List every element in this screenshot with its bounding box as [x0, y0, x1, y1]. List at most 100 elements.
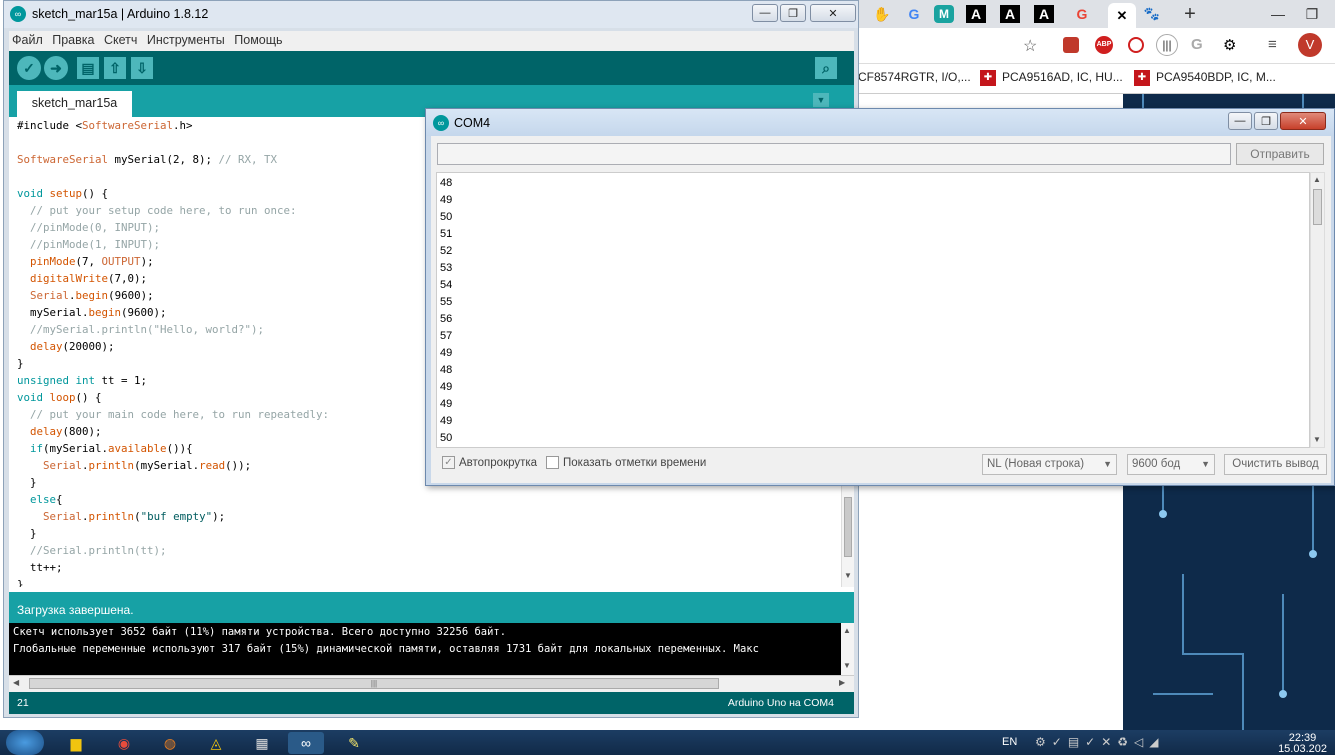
- explorer-icon[interactable]: ▆: [58, 732, 94, 754]
- code-line: else{: [30, 493, 63, 506]
- bookmark-label: CF8574RGTR, I/O,...: [858, 70, 971, 84]
- tray-icons[interactable]: ⚙✓▤✓✕♻◁◢: [1035, 735, 1164, 749]
- block-icon[interactable]: [1128, 37, 1144, 53]
- hand-icon[interactable]: ✋: [868, 3, 896, 25]
- scroll-down-icon[interactable]: ▼: [844, 571, 852, 580]
- board-info: Arduino Uno на COM4: [727, 697, 834, 709]
- chrome-tab-strip: ✋ G M A A A G ✕ 🐾 + — ❐: [858, 0, 1335, 28]
- start-button[interactable]: [6, 730, 44, 755]
- line-ending-select[interactable]: NL (Новая строка) ▼: [982, 454, 1117, 475]
- close-button[interactable]: ✕: [1280, 112, 1326, 130]
- google-translate-icon[interactable]: G: [1191, 36, 1203, 53]
- arduino-taskbar-icon[interactable]: ∞: [288, 732, 324, 754]
- scroll-thumb[interactable]: [844, 497, 852, 557]
- chrome-tab-google-2[interactable]: G: [1068, 3, 1096, 25]
- bookmark-item[interactable]: CF8574RGTR, I/O,...: [858, 70, 971, 84]
- send-button[interactable]: Отправить: [1236, 143, 1324, 165]
- output-line: 49: [440, 398, 453, 410]
- minimize-button[interactable]: —: [752, 4, 778, 22]
- output-line: 52: [440, 245, 453, 257]
- scroll-thumb[interactable]: [1313, 189, 1322, 225]
- output-line: 51: [440, 228, 453, 240]
- bookmarks-bar: CF8574RGTR, I/O,... ✚ PCA9516AD, IC, HU..…: [858, 64, 1335, 94]
- timestamps-checkbox[interactable]: Показать отметки времени: [546, 456, 706, 469]
- close-tab-icon[interactable]: ✕: [1108, 3, 1136, 28]
- scroll-down-icon[interactable]: ▼: [1313, 435, 1321, 444]
- minimize-button[interactable]: —: [1228, 112, 1252, 130]
- clock[interactable]: 22:39 15.03.202: [1278, 733, 1327, 755]
- check-icon: ✓: [442, 456, 455, 469]
- autoscroll-checkbox[interactable]: ✓ Автопрокрутка: [442, 456, 537, 469]
- monitor-body: Отправить 48 49 50 51 52 53 54 55 56 57 49 48 49 49 49…: [431, 136, 1331, 483]
- code-line: tt++;: [17, 561, 63, 574]
- scroll-down-icon[interactable]: ▼: [843, 661, 851, 670]
- tab-sketch[interactable]: sketch_mar15a: [17, 91, 132, 117]
- upload-icon[interactable]: ➜: [44, 56, 68, 80]
- clear-output-button[interactable]: Очистить вывод: [1224, 454, 1327, 475]
- new-sketch-icon[interactable]: ▤: [77, 57, 99, 79]
- code-line: }: [17, 578, 24, 587]
- horizontal-scrollbar[interactable]: ◀ ||| ▶: [9, 675, 854, 692]
- console-output: Скетч использует 3652 байт (11%) памяти …: [9, 623, 841, 675]
- open-sketch-icon[interactable]: ⇧: [104, 57, 126, 79]
- output-line: 48: [440, 177, 453, 189]
- chrome-tab-a-1[interactable]: A: [966, 5, 986, 23]
- scroll-left-icon[interactable]: ◀: [13, 678, 19, 687]
- chrome-toolbar: ☆ ABP ||| G ⚙ ≡ V: [858, 28, 1335, 64]
- extension-bars-icon[interactable]: |||: [1156, 34, 1178, 56]
- calculator-icon[interactable]: ▦: [244, 732, 280, 754]
- maximize-icon[interactable]: ❐: [1298, 3, 1326, 25]
- code-line: }: [17, 527, 37, 540]
- scroll-thumb[interactable]: |||: [29, 678, 719, 689]
- avatar[interactable]: V: [1298, 33, 1322, 57]
- extension-icon[interactable]: [1063, 37, 1079, 53]
- output-scrollbar[interactable]: ▲ ▼: [1310, 172, 1325, 448]
- reading-list-icon[interactable]: ≡: [1268, 36, 1277, 53]
- menu-file[interactable]: Файл: [9, 31, 46, 47]
- maximize-button[interactable]: ❐: [1254, 112, 1278, 130]
- ide-title: sketch_mar15a | Arduino 1.8.12: [32, 7, 209, 21]
- verify-icon[interactable]: ✓: [17, 56, 41, 80]
- maximize-button[interactable]: ❐: [780, 4, 806, 22]
- scroll-up-icon[interactable]: ▲: [1313, 175, 1321, 184]
- firefox-icon[interactable]: ◍: [152, 732, 188, 754]
- console-scrollbar[interactable]: ▲ ▼: [841, 623, 854, 675]
- farnell-icon: ✚: [1134, 70, 1150, 86]
- menu-tools[interactable]: Инструменты: [144, 31, 228, 47]
- arduino-logo-icon: ∞: [10, 6, 26, 22]
- bookmark-item[interactable]: ✚ PCA9516AD, IC, HU...: [980, 70, 1123, 86]
- send-input[interactable]: [437, 143, 1231, 165]
- autoscroll-label: Автопрокрутка: [459, 456, 538, 469]
- new-tab-button[interactable]: +: [1176, 3, 1204, 25]
- bookmark-item[interactable]: ✚ PCA9540BDP, IC, M...: [1134, 70, 1276, 86]
- baud-select[interactable]: 9600 бод ▼: [1127, 454, 1215, 475]
- serial-monitor-icon[interactable]: ⌕: [815, 57, 837, 79]
- app-icon[interactable]: ◬: [198, 732, 234, 754]
- monitor-titlebar: ∞ COM4 — ❐ ✕: [426, 109, 1334, 136]
- menu-help[interactable]: Помощь: [231, 31, 285, 47]
- menu-sketch[interactable]: Скетч: [101, 31, 140, 47]
- output-line: 49: [440, 415, 453, 427]
- chrome-tab-m[interactable]: M: [934, 5, 954, 23]
- minimize-icon[interactable]: —: [1264, 3, 1292, 25]
- language-indicator[interactable]: EN: [1002, 736, 1017, 748]
- output-line: 53: [440, 262, 453, 274]
- save-sketch-icon[interactable]: ⇩: [131, 57, 153, 79]
- notepad-icon[interactable]: ✎: [336, 732, 372, 754]
- tab-menu-chevron-icon[interactable]: ▼: [813, 93, 829, 107]
- baud-value: 9600 бод: [1132, 458, 1181, 470]
- paw-icon[interactable]: 🐾: [1138, 3, 1166, 25]
- bookmark-star-icon[interactable]: ☆: [1023, 36, 1037, 56]
- extension-figure-icon[interactable]: ⚙: [1223, 36, 1236, 54]
- scroll-right-icon[interactable]: ▶: [839, 678, 845, 687]
- output-line: 54: [440, 279, 453, 291]
- ide-statusbar: 21 Arduino Uno на COM4: [9, 692, 854, 714]
- close-button[interactable]: ✕: [810, 4, 856, 22]
- adblock-icon[interactable]: ABP: [1095, 36, 1113, 54]
- chrome-tab-google-1[interactable]: G: [900, 3, 928, 25]
- chrome-tab-a-3[interactable]: A: [1034, 5, 1054, 23]
- chrome-icon[interactable]: ◉: [106, 732, 142, 754]
- chrome-tab-a-2[interactable]: A: [1000, 5, 1020, 23]
- scroll-up-icon[interactable]: ▲: [843, 626, 851, 635]
- menu-edit[interactable]: Правка: [49, 31, 97, 47]
